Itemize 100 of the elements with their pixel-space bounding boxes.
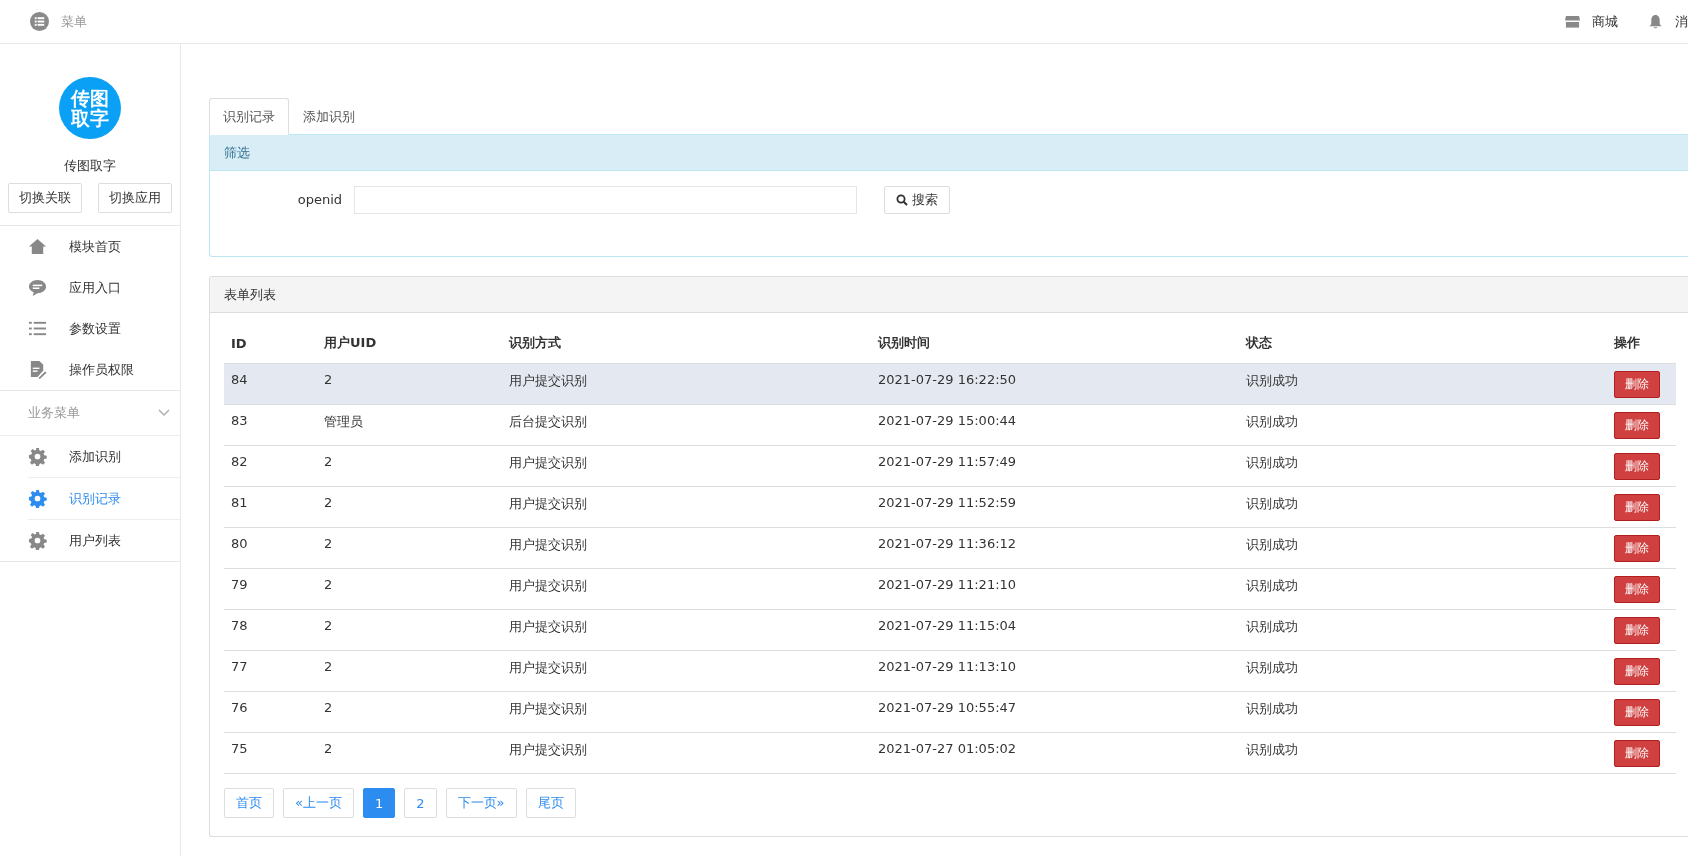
chat-bubble-icon bbox=[28, 278, 47, 297]
table-cell: 2021-07-29 11:13:10 bbox=[878, 659, 1017, 674]
search-icon bbox=[896, 194, 908, 206]
table-cell: 识别成功 bbox=[1246, 660, 1298, 675]
delete-button[interactable]: 删除 bbox=[1614, 494, 1660, 521]
table-cell: 识别成功 bbox=[1246, 537, 1298, 552]
sidebar-item[interactable]: 添加识别 bbox=[28, 436, 180, 478]
home-icon bbox=[28, 237, 47, 256]
table-cell: 2021-07-29 11:15:04 bbox=[878, 618, 1017, 633]
delete-button[interactable]: 删除 bbox=[1614, 617, 1660, 644]
field-label: openid bbox=[296, 191, 342, 209]
page-button[interactable]: 1 bbox=[362, 788, 396, 818]
table-cell: 用户提交识别 bbox=[509, 660, 587, 675]
delete-button[interactable]: 删除 bbox=[1614, 740, 1660, 767]
panel-heading: 筛选 bbox=[210, 135, 1688, 171]
table-cell: 用户提交识别 bbox=[509, 373, 587, 388]
app-logo: 传图 取字 bbox=[59, 77, 121, 139]
table-cell: 2021-07-29 11:21:10 bbox=[878, 577, 1017, 592]
delete-button[interactable]: 删除 bbox=[1614, 576, 1660, 603]
table-cell: 识别成功 bbox=[1246, 496, 1298, 511]
table-cell: 识别成功 bbox=[1246, 373, 1298, 388]
sidebar-item[interactable]: 模块首页 bbox=[0, 226, 180, 267]
table-cell: 用户提交识别 bbox=[509, 537, 587, 552]
sidebar-item[interactable]: 用户列表 bbox=[28, 520, 180, 561]
column-header: 用户UID bbox=[324, 335, 377, 350]
table-cell: 80 bbox=[231, 536, 248, 551]
column-header: 识别方式 bbox=[509, 335, 561, 350]
table-cell: 2 bbox=[324, 536, 333, 551]
table-cell: 82 bbox=[231, 454, 248, 469]
table-cell: 2021-07-29 10:55:47 bbox=[878, 700, 1017, 715]
table-cell: 用户提交识别 bbox=[509, 578, 587, 593]
table-cell: 用户提交识别 bbox=[509, 619, 587, 634]
table-cell: 用户提交识别 bbox=[509, 742, 587, 757]
store-icon[interactable] bbox=[1565, 14, 1580, 29]
table-cell: 2 bbox=[324, 577, 333, 592]
delete-button[interactable]: 删除 bbox=[1614, 371, 1660, 398]
column-header: ID bbox=[231, 335, 247, 351]
switch-button[interactable]: 切换应用 bbox=[98, 183, 172, 213]
table-cell: 识别成功 bbox=[1246, 742, 1298, 757]
table-cell: 2021-07-29 11:36:12 bbox=[878, 536, 1017, 551]
column-header: 操作 bbox=[1614, 335, 1640, 350]
table-cell: 2021-07-29 15:00:44 bbox=[878, 413, 1017, 428]
app-name: 传图取字 bbox=[64, 157, 116, 175]
page-button[interactable]: 尾页 bbox=[525, 788, 576, 818]
menu-label[interactable]: 菜单 bbox=[61, 12, 87, 31]
table-cell: 2 bbox=[324, 372, 333, 387]
table-cell: 2021-07-29 11:57:49 bbox=[878, 454, 1017, 469]
page-button[interactable]: «上一页 bbox=[283, 788, 354, 818]
table-cell: 用户提交识别 bbox=[509, 455, 587, 470]
table-cell: 78 bbox=[231, 618, 248, 633]
search-button[interactable]: 搜索 bbox=[884, 186, 950, 214]
document-edit-icon bbox=[28, 360, 47, 379]
table-cell: 81 bbox=[231, 495, 248, 510]
table-cell: 后台提交识别 bbox=[509, 414, 587, 429]
table-cell: 2021-07-29 16:22:50 bbox=[878, 372, 1017, 387]
chevron-icon[interactable] bbox=[158, 409, 170, 417]
table-cell: 2 bbox=[324, 741, 333, 756]
menu-group-header[interactable]: 业务菜单 bbox=[0, 391, 180, 436]
list-icon bbox=[28, 319, 47, 338]
openid-field[interactable] bbox=[354, 186, 857, 214]
sidebar-item[interactable]: 应用入口 bbox=[0, 267, 180, 308]
table-cell: 2 bbox=[324, 700, 333, 715]
switch-button[interactable]: 切换关联 bbox=[8, 183, 82, 213]
delete-button[interactable]: 删除 bbox=[1614, 535, 1660, 562]
page-button[interactable]: 首页 bbox=[224, 788, 274, 818]
sidebar-item[interactable]: 识别记录 bbox=[28, 478, 180, 520]
table-cell: 2021-07-27 01:05:02 bbox=[878, 741, 1017, 756]
table-cell: 识别成功 bbox=[1246, 701, 1298, 716]
table-cell: 2021-07-29 11:52:59 bbox=[878, 495, 1017, 510]
table-cell: 2 bbox=[324, 495, 333, 510]
table-cell: 用户提交识别 bbox=[509, 701, 587, 716]
delete-button[interactable]: 删除 bbox=[1614, 699, 1660, 726]
delete-button[interactable]: 删除 bbox=[1614, 453, 1660, 480]
table-cell: 识别成功 bbox=[1246, 619, 1298, 634]
page-button[interactable]: 下一页» bbox=[445, 788, 517, 818]
header-link[interactable]: 商城 bbox=[1592, 12, 1618, 31]
page-button[interactable]: 2 bbox=[404, 788, 437, 818]
delete-button[interactable]: 删除 bbox=[1614, 658, 1660, 685]
table-cell: 84 bbox=[231, 372, 248, 387]
table-cell: 识别成功 bbox=[1246, 578, 1298, 593]
bell-icon[interactable] bbox=[1648, 14, 1663, 29]
delete-button[interactable]: 删除 bbox=[1614, 412, 1660, 439]
sidebar-item[interactable]: 操作员权限 bbox=[0, 349, 180, 390]
table-cell: 79 bbox=[231, 577, 248, 592]
header-link[interactable]: 消 bbox=[1675, 12, 1688, 31]
table-cell: 识别成功 bbox=[1246, 455, 1298, 470]
gear-icon bbox=[28, 447, 47, 466]
table-cell: 75 bbox=[231, 741, 248, 756]
panel-heading: 表单列表 bbox=[210, 277, 1688, 313]
tab[interactable]: 添加识别 bbox=[289, 98, 369, 135]
table-cell: 识别成功 bbox=[1246, 414, 1298, 429]
table-cell: 2 bbox=[324, 454, 333, 469]
table-cell: 2 bbox=[324, 659, 333, 674]
table-cell: 2 bbox=[324, 618, 333, 633]
sidebar-item[interactable]: 参数设置 bbox=[0, 308, 180, 349]
menu-icon[interactable] bbox=[30, 12, 49, 31]
tab[interactable]: 识别记录 bbox=[209, 98, 289, 135]
table-cell: 77 bbox=[231, 659, 248, 674]
gear-icon bbox=[28, 489, 47, 508]
table-cell: 用户提交识别 bbox=[509, 496, 587, 511]
